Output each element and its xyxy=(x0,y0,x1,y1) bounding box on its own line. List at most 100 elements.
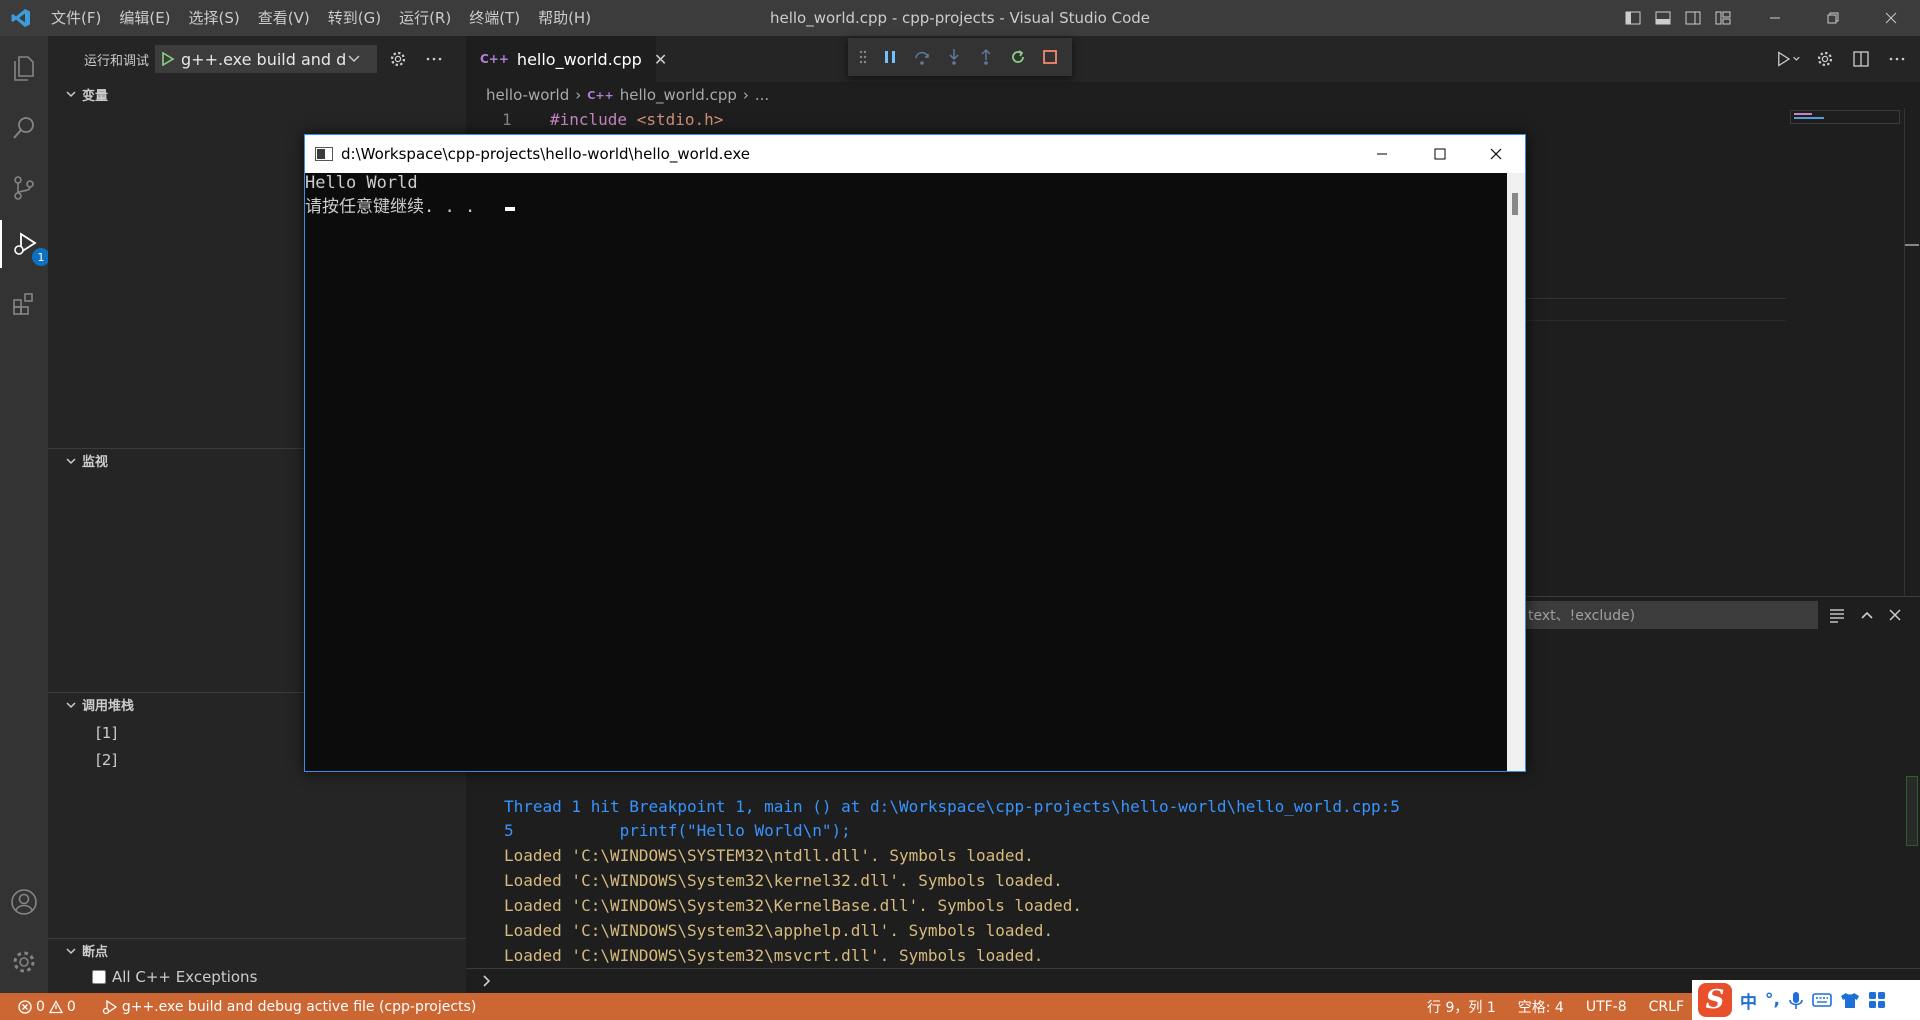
step-out-icon[interactable] xyxy=(972,43,1000,71)
keyboard-icon[interactable] xyxy=(1812,992,1832,1008)
breakpoint-checkbox[interactable] xyxy=(92,970,106,984)
console-title: d:\Workspace\cpp-projects\hello-world\he… xyxy=(341,145,751,163)
debug-config-select[interactable]: g++.exe build and debug active file xyxy=(155,45,378,73)
panel-scrollbar[interactable] xyxy=(1906,776,1918,846)
ime-language-toggle[interactable]: 中 xyxy=(1740,988,1757,1013)
menu-selection[interactable]: 选择(S) xyxy=(180,0,249,36)
microphone-icon[interactable] xyxy=(1788,990,1804,1010)
console-text-line: Hello World xyxy=(305,173,418,193)
breadcrumb-symbol[interactable]: ... xyxy=(755,86,769,104)
close-panel-icon[interactable] xyxy=(1882,602,1908,628)
restore-icon[interactable] xyxy=(1804,0,1862,36)
toggle-primary-sidebar-icon[interactable] xyxy=(1622,7,1644,29)
cursor-position-status[interactable]: 行 9，列 1 xyxy=(1419,993,1510,1020)
console-scrollbar[interactable] xyxy=(1507,173,1525,771)
menu-help[interactable]: 帮助(H) xyxy=(529,0,600,36)
run-debug-dropdown-icon[interactable] xyxy=(1776,46,1802,72)
variables-section-header[interactable]: 变量 xyxy=(48,82,466,106)
close-tab-icon[interactable]: ✕ xyxy=(654,50,667,69)
vscode-logo-icon xyxy=(0,0,42,36)
pause-icon[interactable] xyxy=(876,43,904,71)
close-window-icon[interactable] xyxy=(1862,0,1920,36)
extensions-icon[interactable] xyxy=(0,280,48,328)
minimize-icon[interactable] xyxy=(1746,0,1804,36)
breadcrumb-file[interactable]: hello_world.cpp xyxy=(620,86,737,104)
run-debug-icon[interactable]: 1 xyxy=(0,220,50,268)
problems-status[interactable]: 0 0 xyxy=(0,993,84,1020)
chevron-up-icon[interactable] xyxy=(1854,602,1880,628)
debug-toolbar xyxy=(848,38,1072,76)
word-wrap-icon[interactable] xyxy=(1824,602,1850,628)
more-actions-icon[interactable] xyxy=(1884,46,1910,72)
step-into-icon[interactable] xyxy=(940,43,968,71)
menu-terminal[interactable]: 终端(T) xyxy=(460,0,529,36)
scrollbar-cursor-marker xyxy=(1905,244,1919,246)
title-bar: 文件(F) 编辑(E) 选择(S) 查看(V) 转到(G) 运行(R) 终端(T… xyxy=(0,0,1920,36)
customize-layout-icon[interactable] xyxy=(1712,7,1734,29)
drag-handle-icon[interactable] xyxy=(854,43,872,71)
console-cursor xyxy=(505,207,515,211)
step-over-icon[interactable] xyxy=(908,43,936,71)
launch-config-label: g++.exe build and debug active file (cpp… xyxy=(121,998,477,1015)
callstack-item[interactable]: [1] xyxy=(96,724,117,742)
settings-gear-icon[interactable] xyxy=(0,938,48,986)
editor-scrollbar[interactable] xyxy=(1904,108,1919,604)
console-scroll-thumb[interactable] xyxy=(1512,193,1518,215)
chevron-down-icon xyxy=(60,450,82,472)
breakpoint-item[interactable]: All C++ Exceptions xyxy=(92,968,257,986)
restart-icon[interactable] xyxy=(1004,43,1032,71)
menu-run[interactable]: 运行(R) xyxy=(390,0,460,36)
error-icon xyxy=(18,999,32,1014)
minimap-code xyxy=(1794,113,1812,115)
minimap[interactable] xyxy=(1786,108,1906,604)
console-minimize-icon[interactable] xyxy=(1353,135,1411,173)
source-control-icon[interactable] xyxy=(0,164,48,212)
toggle-secondary-sidebar-icon[interactable] xyxy=(1682,7,1704,29)
debug-console-filter-input[interactable]: text、!exclude) xyxy=(1516,601,1818,629)
indentation-status[interactable]: 空格: 4 xyxy=(1510,993,1578,1020)
split-editor-icon[interactable] xyxy=(1848,46,1874,72)
breakpoint-label: All C++ Exceptions xyxy=(112,968,258,986)
ime-punctuation-toggle[interactable]: °, xyxy=(1765,990,1780,1010)
console-output-line: Loaded 'C:\WINDOWS\System32\KernelBase.d… xyxy=(504,896,1082,915)
breadcrumb-folder[interactable]: hello-world xyxy=(486,86,569,104)
console-output-line: Loaded 'C:\WINDOWS\System32\kernel32.dll… xyxy=(504,871,1063,890)
code-line: #include <stdio.h> xyxy=(550,110,723,129)
warning-icon xyxy=(48,999,63,1013)
menu-go[interactable]: 转到(G) xyxy=(319,0,390,36)
encoding-status[interactable]: UTF-8 xyxy=(1578,993,1641,1020)
tab-hello-world-cpp[interactable]: C++ hello_world.cpp ✕ xyxy=(466,36,667,82)
console-output-line: Loaded 'C:\WINDOWS\SYSTEM32\ntdll.dll'. … xyxy=(504,846,1034,865)
menu-view[interactable]: 查看(V) xyxy=(249,0,319,36)
explorer-icon[interactable] xyxy=(0,44,48,92)
toolbox-grid-icon[interactable] xyxy=(1868,991,1886,1009)
launch-config-status[interactable]: g++.exe build and debug active file (cpp… xyxy=(94,993,484,1020)
console-close-icon[interactable] xyxy=(1467,135,1525,173)
start-debug-icon[interactable] xyxy=(161,52,175,66)
editor-divider xyxy=(1526,298,1796,299)
menu-file[interactable]: 文件(F) xyxy=(42,0,110,36)
console-maximize-icon[interactable] xyxy=(1411,135,1469,173)
open-launch-json-gear-icon[interactable] xyxy=(383,44,413,74)
account-icon[interactable] xyxy=(0,878,48,926)
window-controls xyxy=(1746,0,1920,36)
console-window[interactable]: d:\Workspace\cpp-projects\hello-world\he… xyxy=(304,134,1526,772)
stop-icon[interactable] xyxy=(1036,43,1064,71)
search-icon[interactable] xyxy=(0,104,48,152)
breakpoints-section-header[interactable]: 断点 xyxy=(48,938,466,962)
callstack-item[interactable]: [2] xyxy=(96,751,117,769)
console-text-line: 请按任意键继续. . . xyxy=(305,197,476,217)
cpp-file-icon: C++ xyxy=(480,52,509,66)
cmd-app-icon xyxy=(315,147,333,161)
toggle-panel-icon[interactable] xyxy=(1652,7,1674,29)
skin-shirt-icon[interactable] xyxy=(1840,991,1860,1009)
console-output-line: Thread 1 hit Breakpoint 1, main () at d:… xyxy=(504,797,1400,816)
chevron-down-icon xyxy=(60,940,82,962)
tab-label: hello_world.cpp xyxy=(516,49,642,69)
menu-edit[interactable]: 编辑(E) xyxy=(110,0,179,36)
debug-alt-icon xyxy=(102,999,118,1014)
editor-divider xyxy=(1526,320,1796,321)
editor-settings-gear-icon[interactable] xyxy=(1812,46,1838,72)
ime-logo[interactable]: S xyxy=(1698,983,1732,1017)
more-actions-icon[interactable] xyxy=(419,44,449,74)
